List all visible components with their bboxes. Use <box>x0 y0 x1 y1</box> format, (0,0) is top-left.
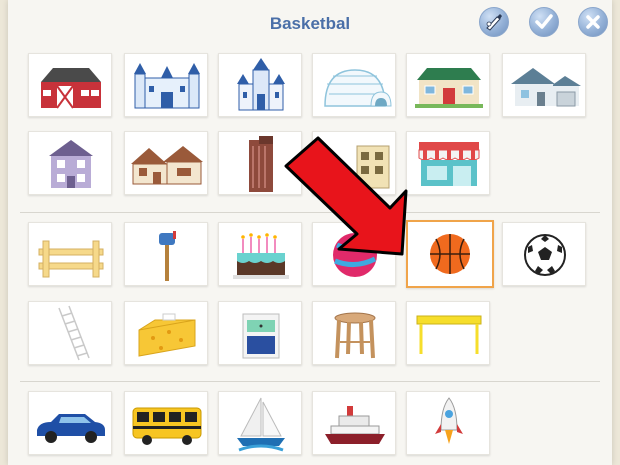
page-title: Basketbal <box>269 14 351 33</box>
igloo-icon <box>324 69 392 107</box>
soccer-ball-item[interactable] <box>502 222 586 286</box>
castle-icon <box>134 63 200 109</box>
building-item[interactable] <box>312 131 396 195</box>
shop-item[interactable] <box>406 131 490 195</box>
house-icon <box>415 68 483 108</box>
skyscraper-item[interactable] <box>218 131 302 195</box>
castle-item[interactable] <box>124 53 208 117</box>
car-icon <box>37 414 105 443</box>
birthday-cake-icon <box>233 233 289 279</box>
school-bus-icon <box>132 407 202 445</box>
table-icon <box>416 315 482 354</box>
confirm-button[interactable] <box>529 7 559 37</box>
barn-item[interactable] <box>28 53 112 117</box>
igloo-item[interactable] <box>312 53 396 117</box>
mailbox-icon <box>159 231 176 281</box>
birthday-cake-item[interactable] <box>218 222 302 286</box>
townhouse-item[interactable] <box>28 131 112 195</box>
house-green-roof-item[interactable] <box>406 53 490 117</box>
close-icon <box>586 15 600 29</box>
nightstand-item[interactable] <box>218 301 302 365</box>
sailboat-icon <box>237 397 285 452</box>
section-divider <box>20 381 600 382</box>
section-divider <box>20 212 600 213</box>
townhouse-icon <box>49 140 93 188</box>
beach-ball-item[interactable] <box>312 222 396 286</box>
sailboat-item[interactable] <box>218 391 302 455</box>
ladder-item[interactable] <box>28 301 112 365</box>
barn-icon <box>41 68 101 109</box>
nightstand-icon <box>242 313 280 359</box>
school-bus-item[interactable] <box>124 391 208 455</box>
bed-icon <box>138 313 196 357</box>
checkmark-icon <box>535 14 553 29</box>
building-icon <box>356 145 390 189</box>
palace-icon <box>237 58 285 111</box>
cheese-bed-item[interactable] <box>124 301 208 365</box>
stool-item[interactable] <box>312 301 396 365</box>
rocket-icon <box>435 397 463 444</box>
basketball-item[interactable] <box>406 220 494 288</box>
ladder-icon <box>58 305 90 361</box>
fence-item[interactable] <box>28 222 112 286</box>
car-item[interactable] <box>28 391 112 455</box>
table-item[interactable] <box>406 301 490 365</box>
house-garage-item[interactable] <box>502 53 586 117</box>
paint-button[interactable] <box>479 7 509 37</box>
close-button[interactable] <box>578 7 608 37</box>
skyscraper-icon <box>249 136 273 192</box>
cottage-icon <box>131 146 203 185</box>
beach-ball-icon <box>333 233 377 277</box>
fence-icon <box>38 240 104 278</box>
stool-icon <box>334 312 376 359</box>
basketball-icon <box>430 234 470 274</box>
palace-item[interactable] <box>218 53 302 117</box>
ship-item[interactable] <box>312 391 396 455</box>
paint-brush-icon <box>486 14 502 31</box>
rocket-item[interactable] <box>406 391 490 455</box>
cottage-item[interactable] <box>124 131 208 195</box>
mailbox-item[interactable] <box>124 222 208 286</box>
shop-icon <box>418 142 480 186</box>
soccer-ball-icon <box>524 234 566 276</box>
ship-icon <box>325 406 385 444</box>
house-icon <box>511 68 581 107</box>
